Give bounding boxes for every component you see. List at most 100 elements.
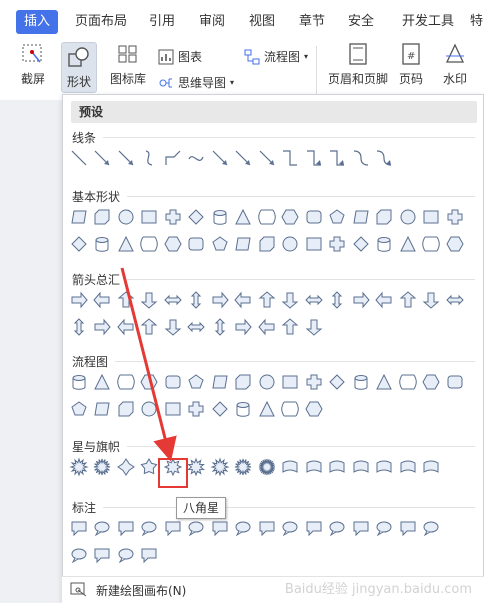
shape-option[interactable] <box>67 516 91 540</box>
shape-option[interactable] <box>114 205 138 229</box>
shape-option[interactable] <box>349 455 373 479</box>
chart-button[interactable]: 图表 <box>158 48 202 65</box>
shape-option[interactable] <box>185 315 209 339</box>
shape-option[interactable] <box>185 205 209 229</box>
shape-option[interactable] <box>302 232 326 256</box>
shape-option[interactable] <box>255 315 279 339</box>
shape-option[interactable] <box>279 370 303 394</box>
shape-option[interactable] <box>326 232 350 256</box>
shape-option[interactable] <box>67 370 91 394</box>
shape-option[interactable] <box>161 370 185 394</box>
shape-option[interactable] <box>373 288 397 312</box>
shape-option[interactable] <box>443 370 467 394</box>
shape-option[interactable] <box>232 397 256 421</box>
shape-option[interactable] <box>67 455 91 479</box>
shape-option[interactable] <box>91 370 115 394</box>
shape-option[interactable] <box>279 288 303 312</box>
shape-option[interactable] <box>114 543 138 567</box>
shape-option[interactable] <box>420 288 444 312</box>
shape-option[interactable] <box>208 315 232 339</box>
shape-option[interactable] <box>138 543 162 567</box>
screenshot-button[interactable]: 截屏 <box>20 42 46 87</box>
shape-option[interactable] <box>161 232 185 256</box>
shape-option[interactable] <box>208 455 232 479</box>
shape-option[interactable] <box>114 455 138 479</box>
shape-option[interactable] <box>185 455 209 479</box>
shape-option[interactable] <box>349 205 373 229</box>
shape-option[interactable] <box>138 146 162 170</box>
shape-option[interactable] <box>185 146 209 170</box>
shape-option[interactable] <box>279 205 303 229</box>
shape-option[interactable] <box>326 288 350 312</box>
shape-option[interactable] <box>373 205 397 229</box>
icon-library-button[interactable]: 图标库 <box>110 42 146 87</box>
shape-option[interactable] <box>138 205 162 229</box>
shape-option[interactable] <box>326 146 350 170</box>
shape-option[interactable] <box>138 288 162 312</box>
shape-option[interactable] <box>396 370 420 394</box>
shape-option[interactable] <box>91 516 115 540</box>
shape-option[interactable] <box>138 397 162 421</box>
shape-option[interactable] <box>138 370 162 394</box>
shape-option[interactable] <box>114 146 138 170</box>
shape-option[interactable] <box>279 232 303 256</box>
shape-option[interactable] <box>208 370 232 394</box>
shape-option[interactable] <box>185 516 209 540</box>
shape-option[interactable] <box>67 315 91 339</box>
tab-developer[interactable]: 开发工具 <box>402 10 454 34</box>
shape-option[interactable] <box>302 455 326 479</box>
tab-references[interactable]: 引用 <box>149 10 175 34</box>
shape-option[interactable] <box>302 288 326 312</box>
shape-option[interactable] <box>232 288 256 312</box>
tab-insert[interactable]: 插入 <box>16 10 59 34</box>
shape-option[interactable] <box>161 397 185 421</box>
shape-option[interactable] <box>302 516 326 540</box>
shape-option[interactable] <box>255 455 279 479</box>
shape-option[interactable] <box>326 370 350 394</box>
shape-option[interactable] <box>255 205 279 229</box>
shape-option[interactable] <box>279 315 303 339</box>
shape-option[interactable] <box>138 315 162 339</box>
shape-option[interactable] <box>67 146 91 170</box>
shape-option[interactable] <box>326 516 350 540</box>
shape-option[interactable] <box>279 455 303 479</box>
shape-option[interactable] <box>232 315 256 339</box>
shape-option[interactable] <box>232 516 256 540</box>
tab-more[interactable]: 特 <box>470 10 483 34</box>
shape-option[interactable] <box>161 315 185 339</box>
shape-option[interactable] <box>161 516 185 540</box>
shape-option[interactable] <box>396 232 420 256</box>
shape-option[interactable] <box>302 397 326 421</box>
shape-option[interactable] <box>114 315 138 339</box>
shape-option[interactable] <box>420 205 444 229</box>
shape-option[interactable] <box>67 288 91 312</box>
mindmap-button[interactable]: 思维导图 ▾ <box>158 74 234 91</box>
shape-option[interactable] <box>396 516 420 540</box>
shape-option[interactable] <box>185 232 209 256</box>
shape-option[interactable] <box>255 516 279 540</box>
shape-option[interactable] <box>255 397 279 421</box>
shape-option[interactable] <box>91 315 115 339</box>
shape-option[interactable] <box>373 455 397 479</box>
flowchart-button[interactable]: 流程图 ▾ <box>244 48 308 65</box>
shape-option[interactable] <box>138 516 162 540</box>
shape-option[interactable] <box>279 397 303 421</box>
shape-option[interactable] <box>138 232 162 256</box>
shape-option[interactable] <box>114 516 138 540</box>
shape-option[interactable] <box>91 288 115 312</box>
shape-option[interactable] <box>208 516 232 540</box>
shape-option[interactable] <box>232 146 256 170</box>
shape-option[interactable] <box>67 205 91 229</box>
shape-option[interactable] <box>373 516 397 540</box>
tab-security[interactable]: 安全 <box>348 10 374 34</box>
shape-option[interactable] <box>443 205 467 229</box>
shape-option[interactable] <box>349 288 373 312</box>
shape-option[interactable] <box>302 146 326 170</box>
shape-option[interactable] <box>161 205 185 229</box>
shape-option[interactable] <box>302 315 326 339</box>
shape-option[interactable] <box>114 232 138 256</box>
shape-option[interactable] <box>373 232 397 256</box>
shape-option[interactable] <box>208 232 232 256</box>
shapes-button[interactable]: 形状 <box>61 42 97 93</box>
shape-option[interactable] <box>208 146 232 170</box>
